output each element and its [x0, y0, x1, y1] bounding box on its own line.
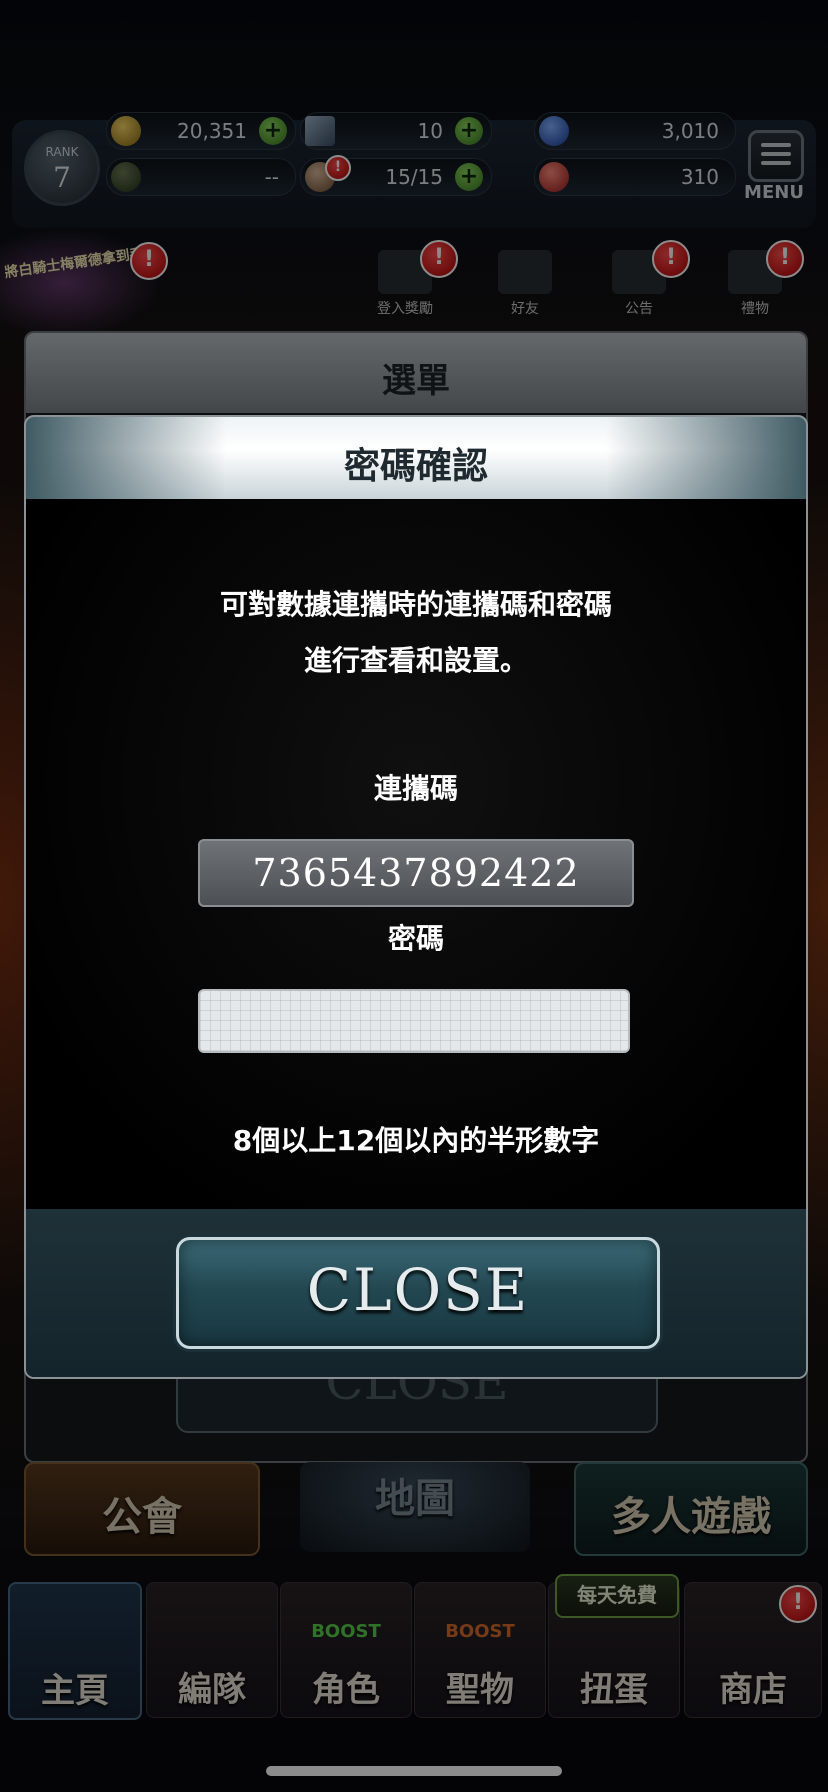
- dialog-description: 可對數據連攜時的連攜碼和密碼 進行查看和設置。: [26, 577, 806, 689]
- link-code-label: 連攜碼: [373, 772, 458, 805]
- link-code-value: 7365437892422: [198, 839, 634, 907]
- description-line-2: 進行查看和設置。: [303, 644, 528, 677]
- password-label: 密碼: [387, 922, 444, 955]
- dialog-body: 可對數據連攜時的連攜碼和密碼 進行查看和設置。 連攜碼 736543789242…: [26, 499, 806, 1301]
- dialog-title: 密碼確認: [343, 446, 488, 487]
- dialog-footer: CLOSE: [26, 1209, 806, 1377]
- description-line-1: 可對數據連攜時的連攜碼和密碼: [219, 588, 612, 621]
- close-label: CLOSE: [306, 1256, 530, 1324]
- password-hint: 8個以上12個以內的半形數字: [232, 1124, 600, 1157]
- dialog-header: 密碼確認: [26, 417, 806, 499]
- close-button[interactable]: CLOSE: [176, 1237, 660, 1349]
- password-input[interactable]: [198, 989, 630, 1053]
- password-confirm-dialog: 密碼確認 可對數據連攜時的連攜碼和密碼 進行查看和設置。 連攜碼 7365437…: [24, 415, 808, 1379]
